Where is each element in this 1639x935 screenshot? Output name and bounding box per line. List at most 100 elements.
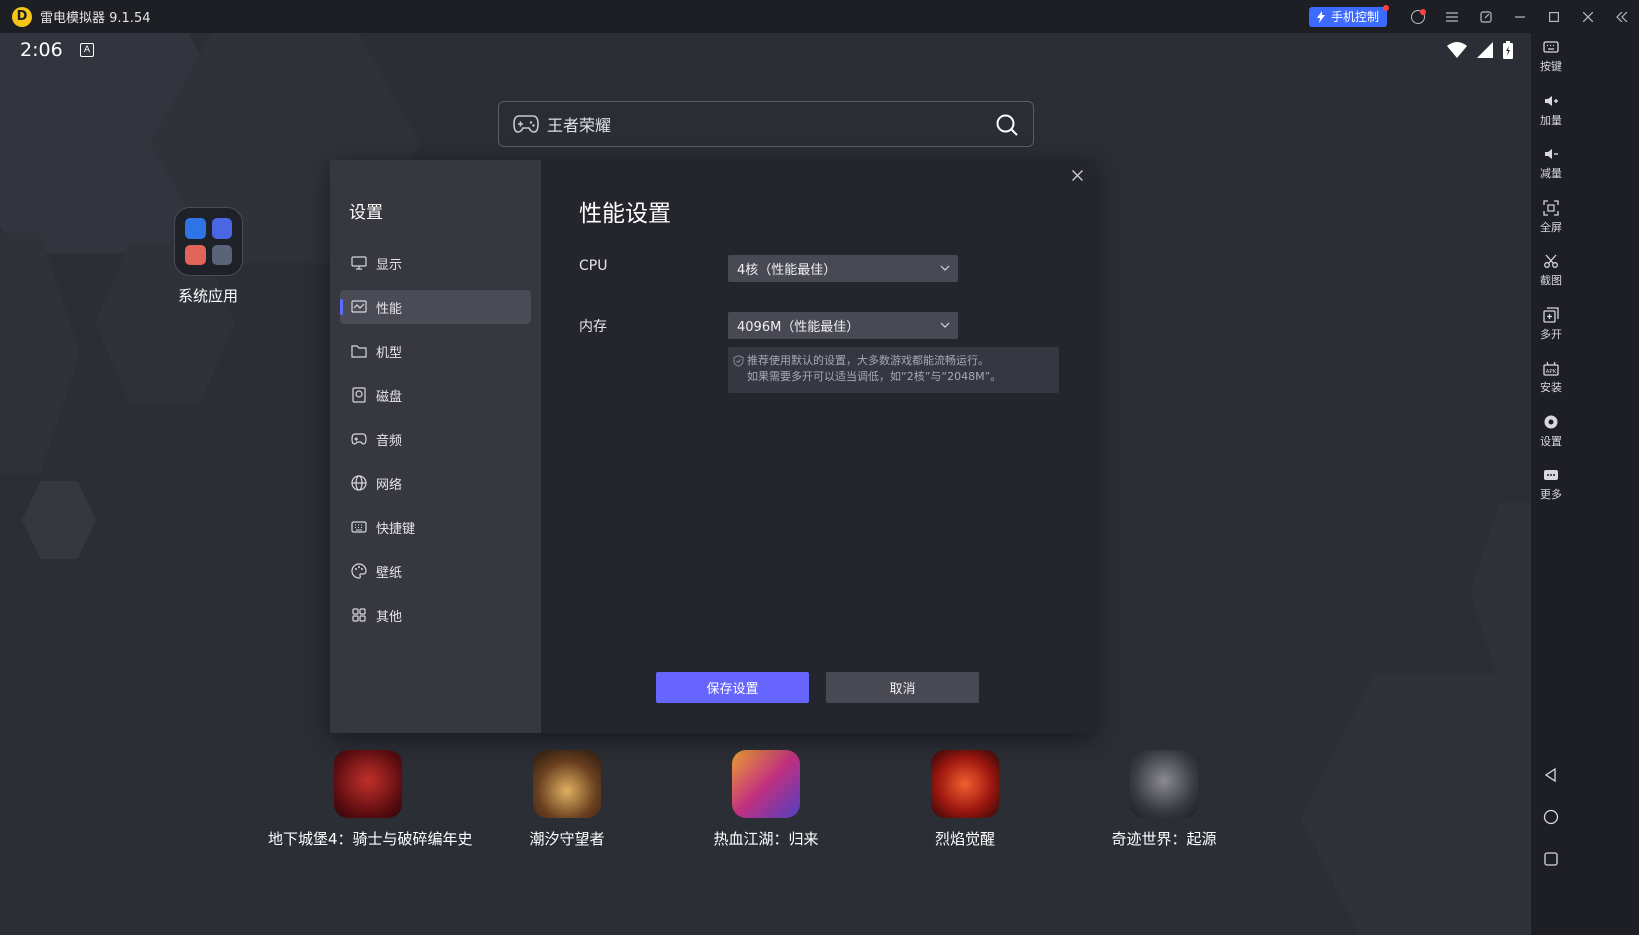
notification-a-icon: A <box>80 43 94 57</box>
menu-item-model[interactable]: 机型 <box>340 334 531 368</box>
menu-item-display[interactable]: 显示 <box>340 246 531 280</box>
globe-icon <box>351 475 367 491</box>
maximize-icon <box>1549 11 1559 22</box>
menu-item-label: 其他 <box>376 609 403 625</box>
title-bar: D 雷电模拟器 9.1.54 手机控制 <box>0 0 1639 33</box>
game-icon <box>1130 750 1198 818</box>
menu-item-label: 网络 <box>376 477 403 493</box>
folder-icon <box>351 345 367 358</box>
system-apps-folder[interactable] <box>174 207 243 276</box>
volume-down-icon <box>1545 149 1558 159</box>
background-hexagon <box>22 481 96 559</box>
menu-item-other[interactable]: 其他 <box>340 598 531 632</box>
toolbar-more-button[interactable]: 更多 <box>1531 467 1571 502</box>
hint-line: 推荐使用默认的设置，大多数游戏都能流畅运行。 <box>747 354 989 367</box>
menu-item-performance[interactable]: 性能 <box>340 290 531 324</box>
maximize-button[interactable] <box>1537 0 1571 33</box>
toolbar-label: 更多 <box>1540 488 1562 501</box>
menu-item-disk[interactable]: 磁盘 <box>340 378 531 412</box>
double-chevron-left-icon <box>1616 11 1628 22</box>
background-hexagon <box>0 233 80 473</box>
close-icon <box>1071 170 1083 181</box>
toolbar-label: 安装 <box>1540 381 1562 394</box>
game-icon <box>931 750 999 818</box>
settings-sidebar: 设置 显示 性能 机型 磁盘 音频 网络 快捷键 壁纸 其他 <box>330 160 541 733</box>
game-item[interactable]: 热血江湖：归来 <box>666 750 866 849</box>
game-item[interactable]: 烈焰觉醒 <box>865 750 1065 849</box>
toolbar-fullscreen-button[interactable]: 全屏 <box>1531 200 1571 235</box>
contacts-app-icon <box>211 244 232 265</box>
close-icon <box>1583 11 1593 22</box>
volume-up-icon <box>1545 96 1558 106</box>
hamburger-icon <box>1446 11 1458 22</box>
game-item[interactable]: 地下城堡4：骑士与破碎编年史 <box>268 750 473 849</box>
gamepad-icon <box>351 433 367 445</box>
minimize-button[interactable] <box>1503 0 1537 33</box>
window-title: 雷电模拟器 9.1.54 <box>40 11 151 26</box>
folder-label: 系统应用 <box>177 287 238 305</box>
cpu-select[interactable]: 4核（性能最佳） <box>728 255 958 282</box>
memory-select[interactable]: 4096M（性能最佳） <box>728 312 958 339</box>
gear-icon <box>1544 415 1558 429</box>
toolbar-label: 按键 <box>1540 60 1562 73</box>
wifi-icon <box>1447 42 1467 58</box>
toolbar-install-button[interactable]: APK 安装 <box>1531 360 1571 395</box>
lightning-icon <box>1316 10 1325 23</box>
restore-layout-button[interactable] <box>1469 0 1503 33</box>
search-icon[interactable] <box>995 113 1019 137</box>
menu-item-audio[interactable]: 音频 <box>340 422 531 456</box>
save-settings-button[interactable]: 保存设置 <box>656 672 809 703</box>
minimize-icon <box>1515 15 1525 18</box>
cpu-select-value: 4核（性能最佳） <box>737 263 837 278</box>
cancel-button[interactable]: 取消 <box>826 672 979 703</box>
chevron-down-icon <box>940 322 950 328</box>
menu-item-network[interactable]: 网络 <box>340 466 531 500</box>
info-shield-icon <box>733 355 744 367</box>
settings-sidebar-title: 设置 <box>349 203 383 223</box>
performance-hint: 推荐使用默认的设置，大多数游戏都能流畅运行。 如果需要多开可以适当调低，如“2核… <box>728 347 1059 393</box>
toolbar-label: 设置 <box>1540 435 1562 448</box>
performance-icon <box>351 300 367 313</box>
dialog-close-button[interactable] <box>1069 168 1085 184</box>
account-button[interactable] <box>1401 0 1435 33</box>
chevron-down-icon <box>940 265 950 271</box>
toolbar-label: 全屏 <box>1540 221 1562 234</box>
restore-icon <box>1480 10 1492 23</box>
emulator-toolbar: 按键 加量 减量 全屏 截图 多开 APK 安装 设置 更多 <box>1531 33 1639 935</box>
home-icon[interactable] <box>1543 809 1559 825</box>
toolbar-multi-instance-button[interactable]: 多开 <box>1531 307 1571 342</box>
toolbar-volume-down-button[interactable]: 减量 <box>1531 146 1571 181</box>
battery-icon <box>1503 41 1513 59</box>
search-text: 王者荣耀 <box>547 116 612 135</box>
phone-control-button[interactable]: 手机控制 <box>1308 4 1389 27</box>
collapse-toolbar-button[interactable] <box>1605 0 1639 33</box>
hint-line: 如果需要多开可以适当调低，如“2核”与“2048M”。 <box>747 370 1002 383</box>
recent-apps-icon[interactable] <box>1543 851 1559 867</box>
grid-icon <box>352 608 366 622</box>
cpu-label: CPU <box>579 258 608 274</box>
multi-instance-icon <box>1543 307 1559 323</box>
toolbar-keymap-button[interactable]: 按键 <box>1531 39 1571 74</box>
menu-item-label: 性能 <box>376 301 403 317</box>
disk-icon <box>352 387 366 403</box>
game-item[interactable]: 潮汐守望者 <box>467 750 667 849</box>
page-title: 性能设置 <box>579 201 671 227</box>
toolbar-settings-button[interactable]: 设置 <box>1531 414 1571 449</box>
menu-item-hotkeys[interactable]: 快捷键 <box>340 510 531 544</box>
menu-button[interactable] <box>1435 0 1469 33</box>
palette-icon <box>351 563 367 579</box>
phone-control-label: 手机控制 <box>1330 10 1379 24</box>
more-icon <box>1544 470 1558 480</box>
gallery-app-icon <box>185 244 206 265</box>
search-bar[interactable]: 王者荣耀 <box>498 101 1034 147</box>
close-button[interactable] <box>1571 0 1605 33</box>
toolbar-volume-up-button[interactable]: 加量 <box>1531 93 1571 128</box>
toolbar-label: 加量 <box>1540 114 1562 127</box>
menu-item-wallpaper[interactable]: 壁纸 <box>340 554 531 588</box>
settings-app-icon <box>185 218 206 239</box>
back-icon[interactable] <box>1543 767 1559 783</box>
fullscreen-icon <box>1543 200 1559 216</box>
toolbar-screenshot-button[interactable]: 截图 <box>1531 253 1571 288</box>
game-item[interactable]: 奇迹世界：起源 <box>1064 750 1264 849</box>
browser-app-icon <box>211 218 232 239</box>
